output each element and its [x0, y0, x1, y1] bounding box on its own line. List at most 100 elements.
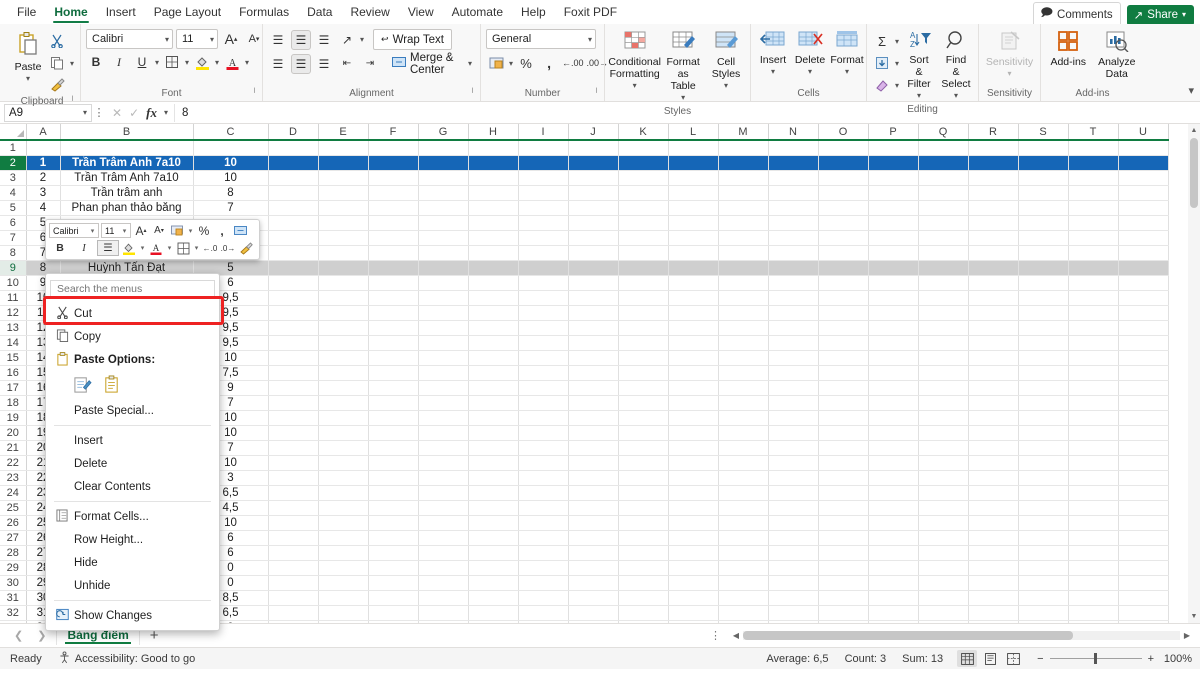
cell-I32[interactable]: [518, 605, 568, 620]
cell-E23[interactable]: [318, 470, 368, 485]
cell-F6[interactable]: [368, 215, 418, 230]
row-header[interactable]: 30: [0, 575, 26, 590]
cell-E18[interactable]: [318, 395, 368, 410]
cell-G9[interactable]: [418, 260, 468, 275]
column-header-m[interactable]: M: [718, 124, 768, 140]
cell-O16[interactable]: [818, 365, 868, 380]
delete-cells-button[interactable]: Delete ▾: [793, 29, 827, 79]
cell-Q17[interactable]: [918, 380, 968, 395]
vertical-scroll-thumb[interactable]: [1190, 138, 1198, 208]
insert-cells-button[interactable]: Insert ▾: [756, 29, 790, 79]
cell-J23[interactable]: [568, 470, 618, 485]
cell-R20[interactable]: [968, 425, 1018, 440]
chevron-down-icon[interactable]: ▾: [70, 59, 74, 68]
select-all-corner[interactable]: [0, 124, 26, 140]
row-header[interactable]: 8: [0, 245, 26, 260]
cell-F31[interactable]: [368, 590, 418, 605]
cell-I20[interactable]: [518, 425, 568, 440]
cell-T5[interactable]: [1068, 200, 1118, 215]
cell-P29[interactable]: [868, 560, 918, 575]
cell-G6[interactable]: [418, 215, 468, 230]
column-header-o[interactable]: O: [818, 124, 868, 140]
cell-U29[interactable]: [1118, 560, 1168, 575]
increase-indent-button[interactable]: ⇥: [360, 54, 380, 74]
cell-D16[interactable]: [268, 365, 318, 380]
row-header[interactable]: 24: [0, 485, 26, 500]
merge-center-button[interactable]: Merge & Center ▾: [389, 53, 475, 74]
italic-button[interactable]: I: [109, 52, 129, 72]
chevron-down-icon[interactable]: ▾: [895, 37, 899, 46]
cell-M7[interactable]: [718, 230, 768, 245]
cell-I28[interactable]: [518, 545, 568, 560]
cell-K18[interactable]: [618, 395, 668, 410]
cell-E22[interactable]: [318, 455, 368, 470]
cell-T8[interactable]: [1068, 245, 1118, 260]
cell-Q18[interactable]: [918, 395, 968, 410]
cell-Q28[interactable]: [918, 545, 968, 560]
row-header[interactable]: 27: [0, 530, 26, 545]
cut-button[interactable]: [47, 31, 67, 51]
mini-percent-style-button[interactable]: %: [196, 223, 212, 239]
chevron-down-icon[interactable]: ▾: [360, 35, 364, 44]
cell-D10[interactable]: [268, 275, 318, 290]
column-header-p[interactable]: P: [868, 124, 918, 140]
chevron-down-icon[interactable]: ▾: [215, 58, 219, 67]
cell-U15[interactable]: [1118, 350, 1168, 365]
cell-P15[interactable]: [868, 350, 918, 365]
chevron-down-icon[interactable]: ▾: [681, 92, 685, 104]
cell-A5[interactable]: 4: [26, 200, 60, 215]
cell-D19[interactable]: [268, 410, 318, 425]
cell-D28[interactable]: [268, 545, 318, 560]
cell-H31[interactable]: [468, 590, 518, 605]
cell-T32[interactable]: [1068, 605, 1118, 620]
number-dialog-launcher[interactable]: ╵: [594, 86, 599, 100]
zoom-in-button[interactable]: +: [1148, 653, 1154, 665]
cell-H7[interactable]: [468, 230, 518, 245]
cell-T2[interactable]: [1068, 155, 1118, 170]
cell-R8[interactable]: [968, 245, 1018, 260]
cell-O11[interactable]: [818, 290, 868, 305]
cell-O26[interactable]: [818, 515, 868, 530]
cell-D26[interactable]: [268, 515, 318, 530]
cell-K1[interactable]: [618, 140, 668, 155]
font-size-select[interactable]: 11▾: [176, 29, 218, 49]
cell-D29[interactable]: [268, 560, 318, 575]
cell-P10[interactable]: [868, 275, 918, 290]
chevron-down-icon[interactable]: ▾: [185, 58, 189, 67]
column-header-g[interactable]: G: [418, 124, 468, 140]
chevron-down-icon[interactable]: ▾: [954, 90, 958, 102]
cell-D7[interactable]: [268, 230, 318, 245]
cell-R12[interactable]: [968, 305, 1018, 320]
cell-N15[interactable]: [768, 350, 818, 365]
vertical-scrollbar[interactable]: ▲ ▼: [1188, 124, 1200, 623]
cell-T1[interactable]: [1068, 140, 1118, 155]
cell-Q5[interactable]: [918, 200, 968, 215]
cell-S5[interactable]: [1018, 200, 1068, 215]
cell-P4[interactable]: [868, 185, 918, 200]
cell-E3[interactable]: [318, 170, 368, 185]
cell-N29[interactable]: [768, 560, 818, 575]
cell-R27[interactable]: [968, 530, 1018, 545]
cell-L17[interactable]: [668, 380, 718, 395]
cell-B2[interactable]: Trần Trâm Anh 7a10: [60, 155, 193, 170]
row-header[interactable]: 4: [0, 185, 26, 200]
cell-T27[interactable]: [1068, 530, 1118, 545]
cell-F15[interactable]: [368, 350, 418, 365]
paste-option-paste-icon[interactable]: [72, 374, 93, 395]
cell-M30[interactable]: [718, 575, 768, 590]
cell-K25[interactable]: [618, 500, 668, 515]
cell-M11[interactable]: [718, 290, 768, 305]
cell-I2[interactable]: [518, 155, 568, 170]
cell-D32[interactable]: [268, 605, 318, 620]
row-header[interactable]: 15: [0, 350, 26, 365]
cell-O1[interactable]: [818, 140, 868, 155]
cell-M26[interactable]: [718, 515, 768, 530]
cell-H23[interactable]: [468, 470, 518, 485]
cell-F25[interactable]: [368, 500, 418, 515]
cell-I27[interactable]: [518, 530, 568, 545]
cell-J14[interactable]: [568, 335, 618, 350]
cell-H1[interactable]: [468, 140, 518, 155]
cell-A1[interactable]: [26, 140, 60, 155]
cell-A4[interactable]: 3: [26, 185, 60, 200]
cell-I24[interactable]: [518, 485, 568, 500]
